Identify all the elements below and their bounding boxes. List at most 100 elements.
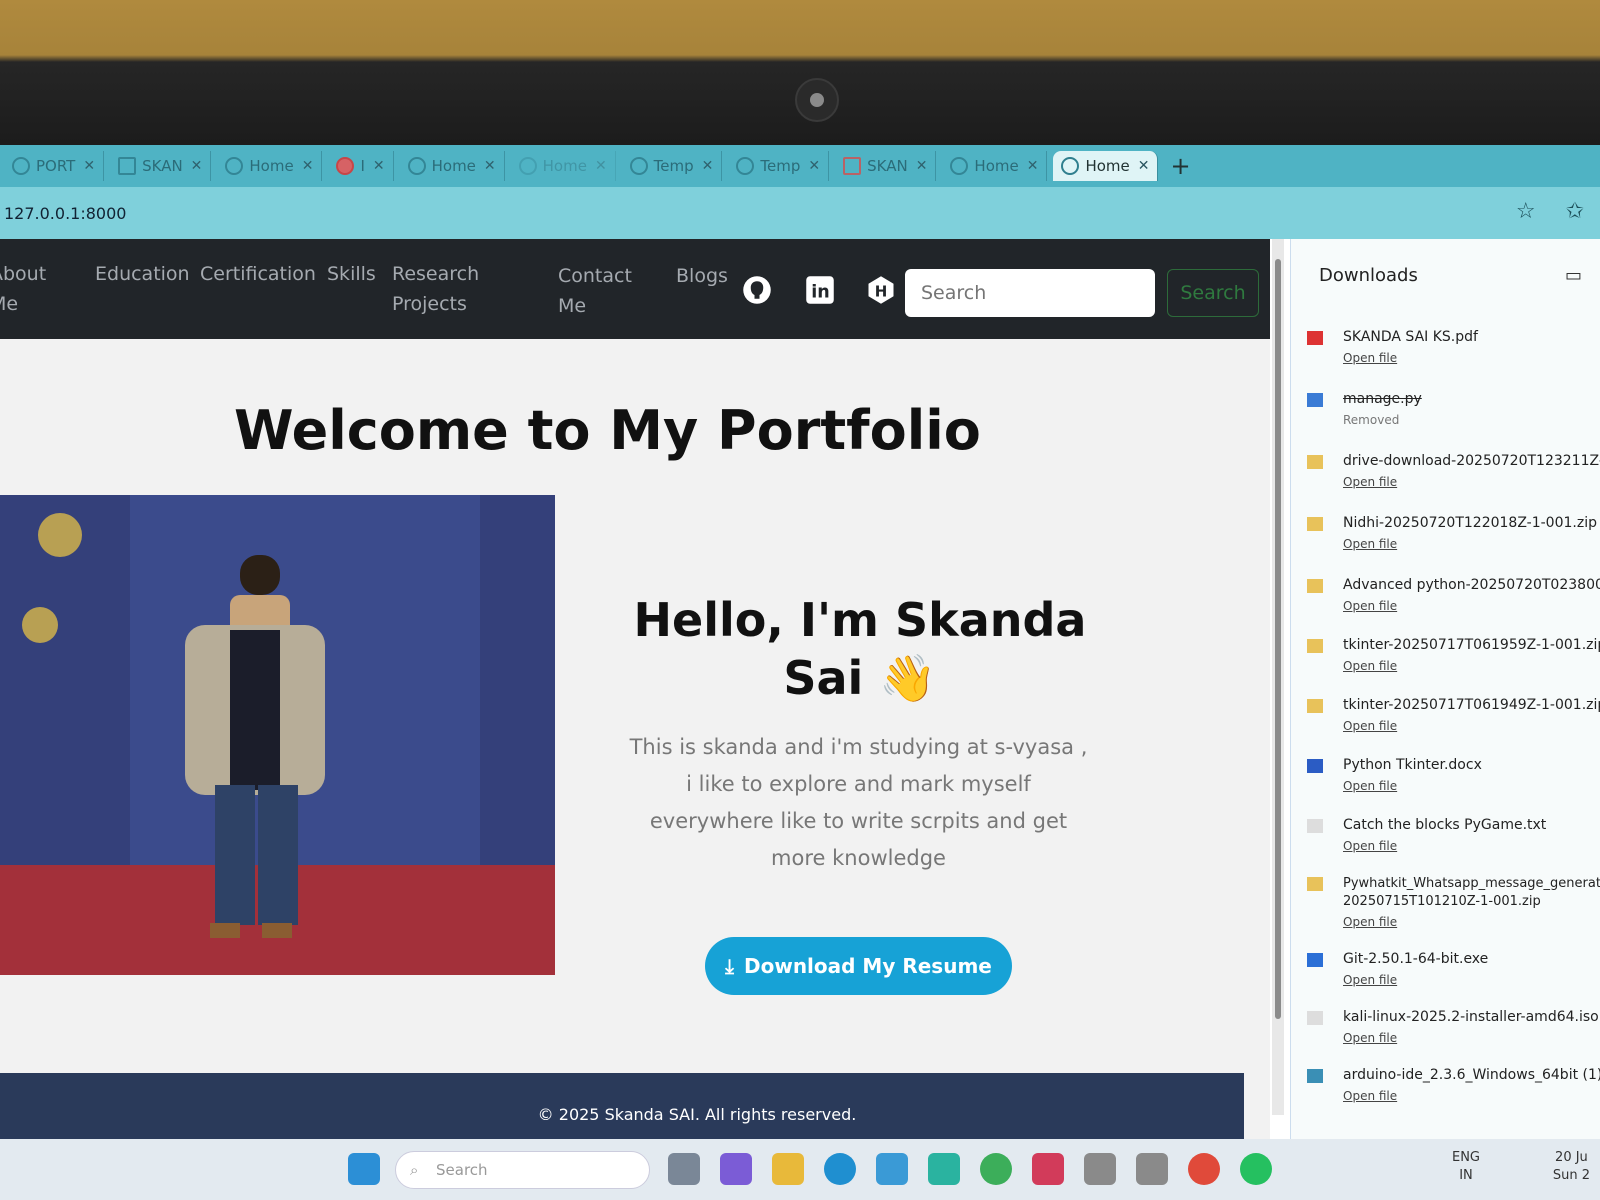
copilot-icon[interactable]	[720, 1153, 752, 1185]
new-tab-button[interactable]: +	[1170, 152, 1190, 180]
page-scrollbar[interactable]	[1272, 239, 1284, 1115]
close-icon[interactable]: ✕	[916, 158, 928, 174]
system-tray[interactable]: ENG IN	[1452, 1149, 1480, 1185]
nav-research[interactable]: Research Projects	[392, 259, 492, 319]
exe-icon	[1307, 1069, 1323, 1083]
intro-text: This is skanda and i'm studying at s-vya…	[629, 735, 1088, 870]
taskbar-search[interactable]: ⌕ Search	[395, 1151, 650, 1189]
favorites-icon[interactable]: ✩	[1566, 199, 1584, 224]
nav-skills[interactable]: Skills	[327, 259, 376, 289]
github-icon[interactable]	[742, 275, 772, 305]
globe-icon	[1061, 157, 1080, 175]
downloads-title: Downloads	[1319, 265, 1418, 286]
tab[interactable]: Home ✕	[217, 151, 323, 181]
svg-text:in: in	[811, 283, 829, 303]
page-title: Welcome to My Portfolio	[234, 399, 981, 462]
close-icon[interactable]: ✕	[808, 158, 820, 174]
footer-text: © 2025 Skanda SAI. All rights reserved.	[537, 1105, 857, 1124]
nav-certification[interactable]: Certification	[200, 259, 316, 289]
download-resume-button[interactable]: ⤓ Download My Resume	[705, 937, 1012, 995]
globe-icon	[736, 157, 755, 175]
tab-strip: PORT ✕ SKAN ✕ Home ✕ I ✕ Home ✕ Home ✕ Temp ✕ T…	[0, 145, 1600, 187]
nav-contact[interactable]: Contact Me	[558, 261, 638, 321]
tab[interactable]: I ✕	[328, 151, 394, 181]
zip-folder-icon	[1307, 639, 1323, 653]
close-icon[interactable]: ✕	[1027, 158, 1039, 174]
app-icon[interactable]	[1136, 1153, 1168, 1185]
close-icon[interactable]: ✕	[702, 158, 714, 174]
tab-active[interactable]: Home ✕	[1053, 151, 1159, 181]
date-label: 20 Ju	[1555, 1150, 1588, 1165]
edge-icon[interactable]	[824, 1153, 856, 1185]
day-label: Sun 2	[1552, 1168, 1590, 1183]
navbar: About Me Education Certification Skills …	[0, 239, 1270, 339]
exe-icon	[1307, 953, 1323, 967]
task-view-icon[interactable]	[668, 1153, 700, 1185]
tab[interactable]: Temp ✕	[622, 151, 723, 181]
clock[interactable]: 20 Ju Sun 2	[1553, 1149, 1590, 1185]
url-text[interactable]: 127.0.0.1:8000	[4, 204, 126, 223]
close-icon[interactable]: ✕	[484, 158, 496, 174]
linkedin-icon[interactable]: in	[805, 275, 835, 305]
lang-label: ENG	[1451, 1150, 1480, 1165]
close-icon[interactable]: ✕	[595, 158, 607, 174]
downloads-panel: Downloads ▭ SKANDA SAI KS.pdf Open file m…	[1290, 239, 1600, 1139]
tab[interactable]: SKAN ✕	[835, 151, 937, 181]
taskbar: ⌕ Search ENG IN 20 Ju Sun 2	[0, 1139, 1600, 1200]
word-doc-icon	[1307, 759, 1323, 773]
star-icon[interactable]: ☆	[1516, 199, 1536, 224]
globe-icon	[12, 157, 30, 175]
download-icon: ⤓	[725, 954, 734, 978]
svg-text:H: H	[875, 282, 888, 300]
text-file-icon	[1307, 819, 1323, 833]
close-icon[interactable]: ✕	[83, 158, 95, 174]
profile-photo	[0, 495, 555, 975]
zip-folder-icon	[1307, 579, 1323, 593]
tab[interactable]: Temp ✕	[728, 151, 830, 181]
pdf-icon	[843, 157, 862, 175]
tab[interactable]: Home ✕	[400, 151, 505, 181]
zip-folder-icon	[1307, 455, 1323, 469]
tab[interactable]: PORT ✕	[4, 151, 105, 181]
close-icon[interactable]: ✕	[1138, 158, 1150, 174]
pdf-icon	[1307, 331, 1323, 345]
whatsapp-icon[interactable]	[1240, 1153, 1272, 1185]
footer: © 2025 Skanda SAI. All rights reserved.	[0, 1073, 1244, 1139]
windows-start-icon[interactable]	[348, 1153, 380, 1185]
close-icon[interactable]: ✕	[302, 158, 314, 174]
tab[interactable]: Home ✕	[511, 151, 616, 181]
globe-icon	[629, 157, 648, 175]
search-input[interactable]	[905, 269, 1155, 317]
nav-about[interactable]: About Me	[0, 259, 50, 319]
address-bar[interactable]: 127.0.0.1:8000 ☆ ✩	[0, 187, 1600, 239]
file-explorer-icon[interactable]	[772, 1153, 804, 1185]
zip-folder-icon	[1307, 517, 1323, 531]
scrollbar-thumb[interactable]	[1275, 259, 1281, 1019]
region-label: IN	[1459, 1168, 1473, 1183]
zip-folder-icon	[1307, 877, 1323, 891]
search-icon: ⌕	[410, 1161, 419, 1179]
record-icon	[336, 157, 355, 175]
chrome-icon[interactable]	[1188, 1153, 1220, 1185]
close-icon[interactable]: ✕	[191, 158, 203, 174]
close-icon[interactable]: ✕	[373, 158, 385, 174]
app-icon[interactable]	[928, 1153, 960, 1185]
app-icon[interactable]	[980, 1153, 1012, 1185]
hashnode-icon[interactable]: H	[866, 275, 896, 305]
globe-icon	[950, 157, 969, 175]
photo-illustration	[0, 495, 555, 975]
folder-icon[interactable]: ▭	[1565, 265, 1582, 286]
download-resume-label: Download My Resume	[744, 954, 992, 978]
app-icon[interactable]	[1032, 1153, 1064, 1185]
pdf-icon	[118, 157, 137, 175]
nav-education[interactable]: Education	[95, 259, 190, 289]
search-button[interactable]: Search	[1167, 269, 1259, 317]
nav-blogs[interactable]: Blogs	[676, 261, 728, 291]
globe-icon	[225, 157, 244, 175]
tab[interactable]: Home ✕	[942, 151, 1048, 181]
app-icon[interactable]	[1084, 1153, 1116, 1185]
web-page: About Me Education Certification Skills …	[0, 239, 1270, 1139]
tab[interactable]: SKAN ✕	[110, 151, 212, 181]
webcam	[795, 78, 839, 122]
store-icon[interactable]	[876, 1153, 908, 1185]
